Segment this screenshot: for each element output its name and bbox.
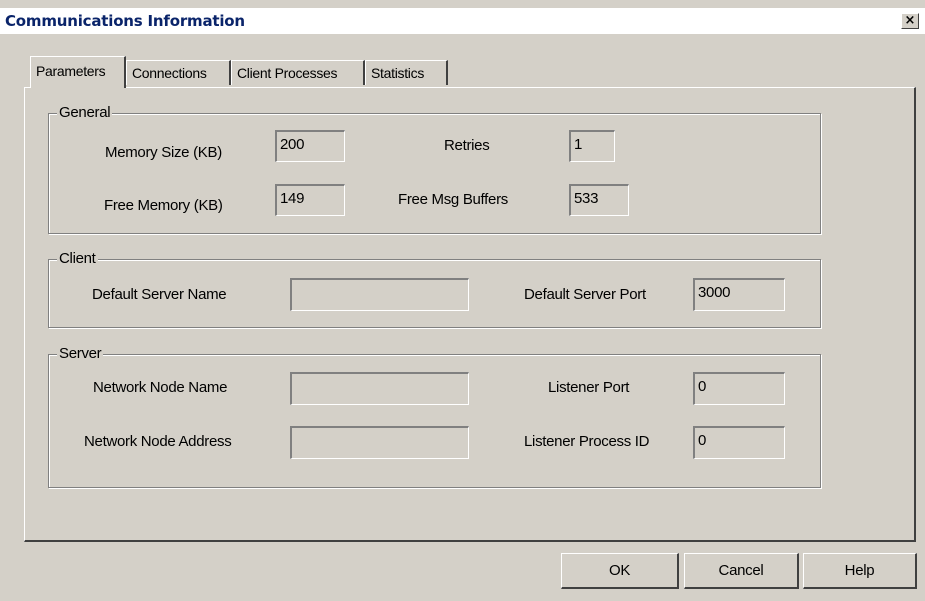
tab-connections-label: Connections (132, 65, 207, 81)
free-memory-field[interactable]: 149 (275, 184, 345, 216)
tab-client-processes-label: Client Processes (237, 65, 338, 81)
memory-size-label: Memory Size (KB) (105, 144, 222, 161)
memory-size-field[interactable]: 200 (275, 130, 345, 162)
network-node-address-field[interactable] (290, 426, 469, 459)
close-icon[interactable]: × (901, 13, 919, 29)
help-button[interactable]: Help (803, 553, 917, 589)
free-msg-buffers-field[interactable]: 533 (569, 184, 629, 216)
network-node-name-field[interactable] (290, 372, 469, 405)
window-title: Communications Information (5, 12, 245, 30)
tab-statistics-label: Statistics (371, 65, 425, 81)
tab-client-processes[interactable]: Client Processes (231, 60, 365, 85)
default-server-port-label: Default Server Port (524, 286, 646, 303)
title-bar: Communications Information × (0, 8, 925, 34)
dialog-window: Communications Information × Parameters … (0, 0, 925, 601)
client-legend: Client (57, 250, 98, 267)
listener-process-id-label: Listener Process ID (524, 433, 650, 450)
network-node-name-label: Network Node Name (93, 379, 228, 396)
retries-field[interactable]: 1 (569, 130, 615, 162)
listener-port-field[interactable]: 0 (693, 372, 785, 405)
default-server-port-field[interactable]: 3000 (693, 278, 785, 311)
listener-process-id-field[interactable]: 0 (693, 426, 785, 459)
tab-parameters-label: Parameters (36, 63, 106, 79)
tab-statistics[interactable]: Statistics (365, 60, 448, 85)
network-node-address-label: Network Node Address (84, 433, 232, 450)
general-legend: General (57, 104, 113, 121)
free-msg-buffers-label: Free Msg Buffers (398, 191, 508, 208)
server-legend: Server (57, 345, 104, 362)
free-memory-label: Free Memory (KB) (104, 197, 223, 214)
tab-parameters[interactable]: Parameters (30, 56, 126, 88)
tab-panel-parameters: General Memory Size (KB) 200 Retries 1 F… (24, 87, 916, 542)
general-group: General (48, 104, 821, 234)
default-server-name-field[interactable] (290, 278, 469, 311)
listener-port-label: Listener Port (548, 379, 630, 396)
default-server-name-label: Default Server Name (92, 286, 227, 303)
retries-label: Retries (444, 137, 490, 154)
cancel-button[interactable]: Cancel (684, 553, 799, 589)
ok-button[interactable]: OK (561, 553, 679, 589)
tab-connections[interactable]: Connections (126, 60, 231, 85)
